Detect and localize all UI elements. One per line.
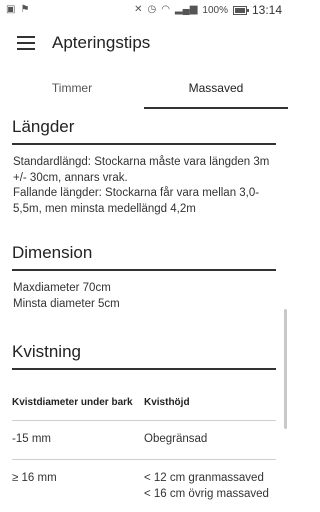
hamburger-menu-icon xyxy=(17,36,35,50)
text-line: Standardlängd: Stockarna måste vara läng… xyxy=(13,156,270,184)
table-cell: -15 mm xyxy=(12,433,51,445)
page-title: Apteringstips xyxy=(52,33,151,52)
tab-timmer[interactable]: Timmer xyxy=(0,66,144,109)
image-icon: ▣ xyxy=(6,4,16,15)
kvistning-table: Kvistdiameter under bark Kvisthöjd -15 m… xyxy=(12,390,276,512)
section-title-dimension: Dimension xyxy=(12,235,276,271)
battery-percent: 100% xyxy=(202,4,228,16)
table-cell: ≥ 16 mm xyxy=(12,472,57,484)
status-bar: ▣ ⚑ ✕ ◷ ◠ ▂▄▆ 100% 13:14 xyxy=(0,0,288,20)
battery-icon xyxy=(232,5,249,15)
table-header-cell: Kvistdiameter under bark xyxy=(12,397,133,408)
alarm-icon: ◷ xyxy=(147,4,157,15)
text-line: Minsta diameter 5cm xyxy=(13,297,120,310)
table-cell: < 12 cm granmassaved < 16 cm övrig massa… xyxy=(144,472,269,500)
menu-button[interactable] xyxy=(0,20,52,66)
wifi-icon: ◠ xyxy=(161,4,170,15)
table-header-cell: Kvisthöjd xyxy=(144,397,190,408)
status-left: ▣ ⚑ xyxy=(6,5,29,15)
text-line: Fallande längder: Stockarna får vara mel… xyxy=(13,187,260,215)
table-row: -15 mm Obegränsad xyxy=(12,421,276,460)
app-bar: Apteringstips xyxy=(0,20,288,66)
scrollbar[interactable] xyxy=(284,309,287,429)
tab-bar: Timmer Massaved xyxy=(0,66,288,109)
signal-icon: ▂▄▆ xyxy=(174,4,198,15)
clock: 13:14 xyxy=(251,3,282,17)
section-title-langder: Längder xyxy=(12,109,276,145)
text-line: Maxdiameter 70cm xyxy=(13,282,111,294)
section-text-dimension: Maxdiameter 70cm Minsta diameter 5cm xyxy=(13,281,275,312)
content-scroll[interactable]: Längder Standardlängd: Stockarna måste v… xyxy=(0,109,288,512)
table-header-row: Kvistdiameter under bark Kvisthöjd xyxy=(12,390,276,421)
flag-icon: ⚑ xyxy=(20,4,30,15)
table-row: ≥ 16 mm < 12 cm granmassaved < 16 cm övr… xyxy=(12,460,276,512)
table-cell: Obegränsad xyxy=(144,433,208,445)
section-text-langder: Standardlängd: Stockarna måste vara läng… xyxy=(13,155,275,217)
tab-massaved[interactable]: Massaved xyxy=(144,66,288,109)
status-right: ✕ ◷ ◠ ▂▄▆ 100% 13:14 xyxy=(134,3,282,17)
section-title-kvistning: Kvistning xyxy=(12,334,276,370)
mute-icon: ✕ xyxy=(134,4,143,15)
